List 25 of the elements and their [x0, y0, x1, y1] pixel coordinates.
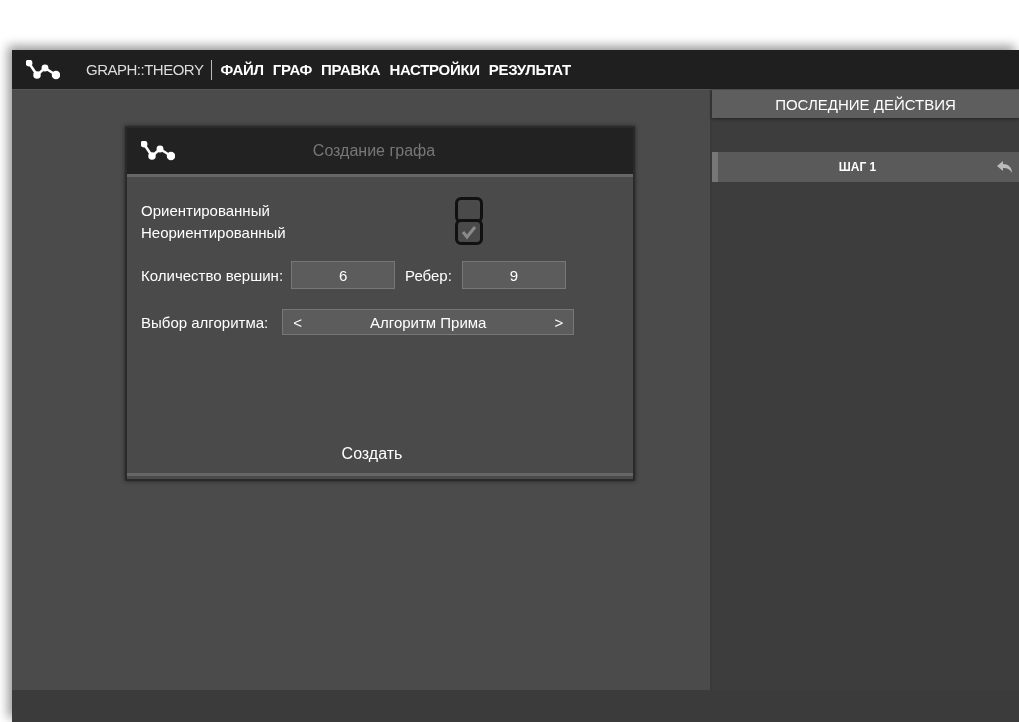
undo-icon[interactable] — [997, 161, 1013, 173]
create-button[interactable]: Создать — [331, 441, 413, 467]
panel-header: ПОСЛЕДНИЕ ДЕЙСТВИЯ — [712, 90, 1019, 118]
field-label: Количество вершин: — [141, 266, 284, 284]
checkbox[interactable] — [455, 219, 483, 245]
menu-item[interactable]: РЕЗУЛЬТАТ — [488, 61, 571, 78]
algorithm-value: Алгоритм Прима — [370, 313, 487, 331]
graph-logo-icon — [26, 59, 60, 80]
dialog-title: Создание графа — [311, 142, 437, 160]
menu-item[interactable]: ФАЙЛ — [220, 61, 264, 78]
app-name: GRAPH::THEORY — [86, 61, 204, 78]
graph-logo-icon — [141, 141, 175, 161]
next-arrow[interactable]: > — [554, 313, 564, 331]
menu-item[interactable]: ПРАВКА — [321, 61, 381, 78]
checkmark-icon — [460, 224, 478, 240]
menu-item[interactable]: НАСТРОЙКИ — [389, 61, 480, 78]
field-label: Выбор алгоритма: — [141, 313, 269, 331]
field-label: Ребер: — [405, 266, 452, 284]
input-field[interactable]: 9 — [461, 261, 566, 289]
menu-item[interactable]: ГРАФ — [272, 61, 313, 78]
previous-arrow[interactable]: < — [293, 313, 302, 331]
option-label: Ориентированный — [141, 201, 271, 219]
history-step[interactable]: ШАГ 1 — [712, 152, 1019, 182]
input-field[interactable]: 6 — [291, 261, 396, 289]
option-label: Неориентированный — [141, 223, 287, 241]
